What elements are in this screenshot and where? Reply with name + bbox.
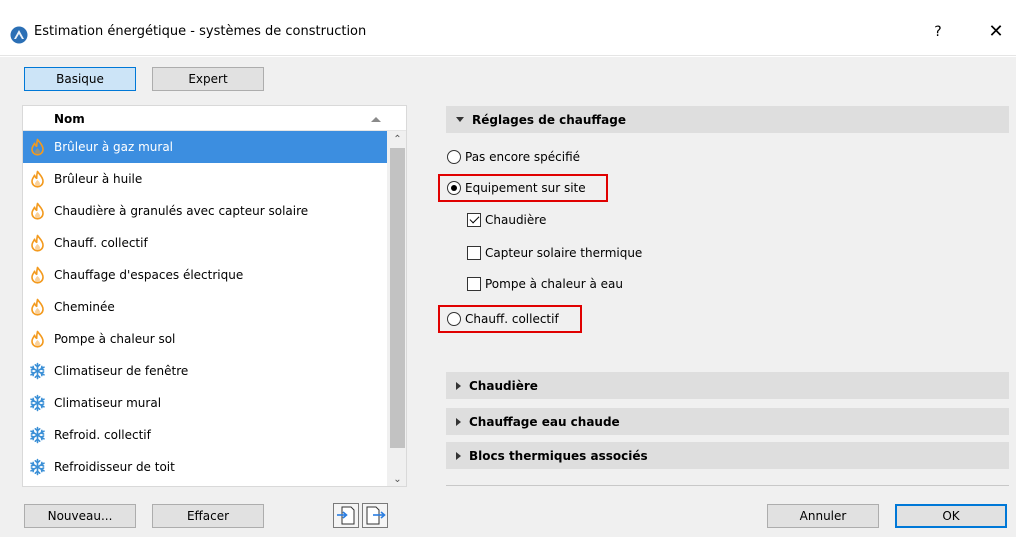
list-item-label: Climatiseur mural <box>54 396 162 410</box>
on-site-equipment-label[interactable]: Equipement sur site <box>465 181 586 195</box>
snowflake-icon <box>30 394 45 412</box>
systems-list: Nom Brûleur à gaz mural Brûleur à huile Ch… <box>22 105 407 487</box>
collapsed-triangle-icon <box>456 381 461 390</box>
boiler-section-title: Chaudière <box>469 378 538 393</box>
list-item-label: Cheminée <box>54 300 115 314</box>
heating-settings-title: Réglages de chauffage <box>472 112 626 127</box>
collapsed-triangle-icon <box>456 451 461 460</box>
list-item-label: Brûleur à huile <box>54 172 143 186</box>
flame-icon <box>31 138 44 156</box>
heating-settings-header[interactable]: Réglages de chauffage <box>446 106 1009 133</box>
title-bar: Estimation énergétique - systèmes de con… <box>0 0 1016 56</box>
solar-collector-label[interactable]: Capteur solaire thermique <box>485 246 642 260</box>
ok-button[interactable]: OK <box>895 504 1007 528</box>
import-icon <box>337 506 355 525</box>
list-item-label: Pompe à chaleur sol <box>54 332 176 346</box>
not-specified-radio[interactable] <box>447 150 461 164</box>
export-button[interactable] <box>362 503 388 528</box>
scroll-down-icon[interactable]: ⌄ <box>387 471 406 486</box>
flame-icon <box>31 202 44 220</box>
flame-icon <box>31 266 44 284</box>
footer-separator <box>446 485 1009 486</box>
hot-water-section-header[interactable]: Chauffage eau chaude <box>446 408 1009 435</box>
list-scrollbar[interactable]: ⌃ ⌄ <box>387 131 406 486</box>
list-item[interactable]: Brûleur à huile <box>23 163 387 195</box>
water-heat-pump-checkbox[interactable] <box>467 277 481 291</box>
thermal-blocks-section-header[interactable]: Blocs thermiques associés <box>446 442 1009 469</box>
list-item[interactable]: Refroid. collectif <box>23 419 387 451</box>
not-specified-label[interactable]: Pas encore spécifié <box>465 150 580 164</box>
list-item[interactable]: Chauffage d'espaces électrique <box>23 259 387 291</box>
list-header[interactable]: Nom <box>23 106 406 131</box>
list-item[interactable]: Climatiseur de fenêtre <box>23 355 387 387</box>
water-heat-pump-label[interactable]: Pompe à chaleur à eau <box>485 277 623 291</box>
flame-icon <box>31 170 44 188</box>
list-item[interactable]: Climatiseur mural <box>23 387 387 419</box>
collapsed-triangle-icon <box>456 417 461 426</box>
import-button[interactable] <box>333 503 359 528</box>
scroll-thumb[interactable] <box>390 148 405 448</box>
app-icon <box>10 26 28 44</box>
boiler-checkbox[interactable] <box>467 213 481 227</box>
list-item[interactable]: Chaudière à granulés avec capteur solair… <box>23 195 387 227</box>
scroll-up-icon[interactable]: ⌃ <box>387 131 406 148</box>
cancel-button[interactable]: Annuler <box>767 504 879 528</box>
delete-button[interactable]: Effacer <box>152 504 264 528</box>
list-item[interactable]: Brûleur à gaz mural <box>23 131 387 163</box>
flame-icon <box>31 298 44 316</box>
close-button[interactable]: ✕ <box>984 20 1008 44</box>
help-button[interactable]: ? <box>928 20 948 44</box>
basic-mode-button[interactable]: Basique <box>24 67 136 91</box>
expert-mode-button[interactable]: Expert <box>152 67 264 91</box>
boiler-label[interactable]: Chaudière <box>485 213 546 227</box>
list-item-label: Chaudière à granulés avec capteur solair… <box>54 204 309 218</box>
boiler-section-header[interactable]: Chaudière <box>446 372 1009 399</box>
flame-icon <box>31 234 44 252</box>
list-item-label: Brûleur à gaz mural <box>54 140 174 154</box>
on-site-equipment-radio[interactable] <box>447 181 461 195</box>
snowflake-icon <box>30 362 45 380</box>
sort-ascending-icon <box>371 117 381 122</box>
name-column-header[interactable]: Nom <box>54 112 85 126</box>
list-item-label: Refroidisseur de toit <box>54 460 175 474</box>
snowflake-icon <box>30 426 45 444</box>
hot-water-section-title: Chauffage eau chaude <box>469 414 620 429</box>
new-button[interactable]: Nouveau... <box>24 504 136 528</box>
list-item[interactable]: Chauff. collectif <box>23 227 387 259</box>
snowflake-icon <box>30 458 45 476</box>
solar-collector-checkbox[interactable] <box>467 246 481 260</box>
thermal-blocks-section-title: Blocs thermiques associés <box>469 448 648 463</box>
expanded-triangle-icon <box>456 117 464 122</box>
list-item-label: Chauffage d'espaces électrique <box>54 268 244 282</box>
collective-heating-radio[interactable] <box>447 312 461 326</box>
list-item[interactable]: Pompe à chaleur sol <box>23 323 387 355</box>
flame-icon <box>31 330 44 348</box>
list-item[interactable]: Cheminée <box>23 291 387 323</box>
list-item-label: Chauff. collectif <box>54 236 148 250</box>
list-item-label: Climatiseur de fenêtre <box>54 364 189 378</box>
export-icon <box>366 506 386 525</box>
dialog-content: Basique Expert Nom Brûleur à gaz mural Br… <box>0 57 1016 537</box>
list-rows: Brûleur à gaz mural Brûleur à huile Chaudi… <box>23 131 387 486</box>
collective-heating-label[interactable]: Chauff. collectif <box>465 312 559 326</box>
list-item[interactable]: Refroidisseur de toit <box>23 451 387 483</box>
list-item-label: Refroid. collectif <box>54 428 151 442</box>
window-title: Estimation énergétique - systèmes de con… <box>34 24 367 39</box>
